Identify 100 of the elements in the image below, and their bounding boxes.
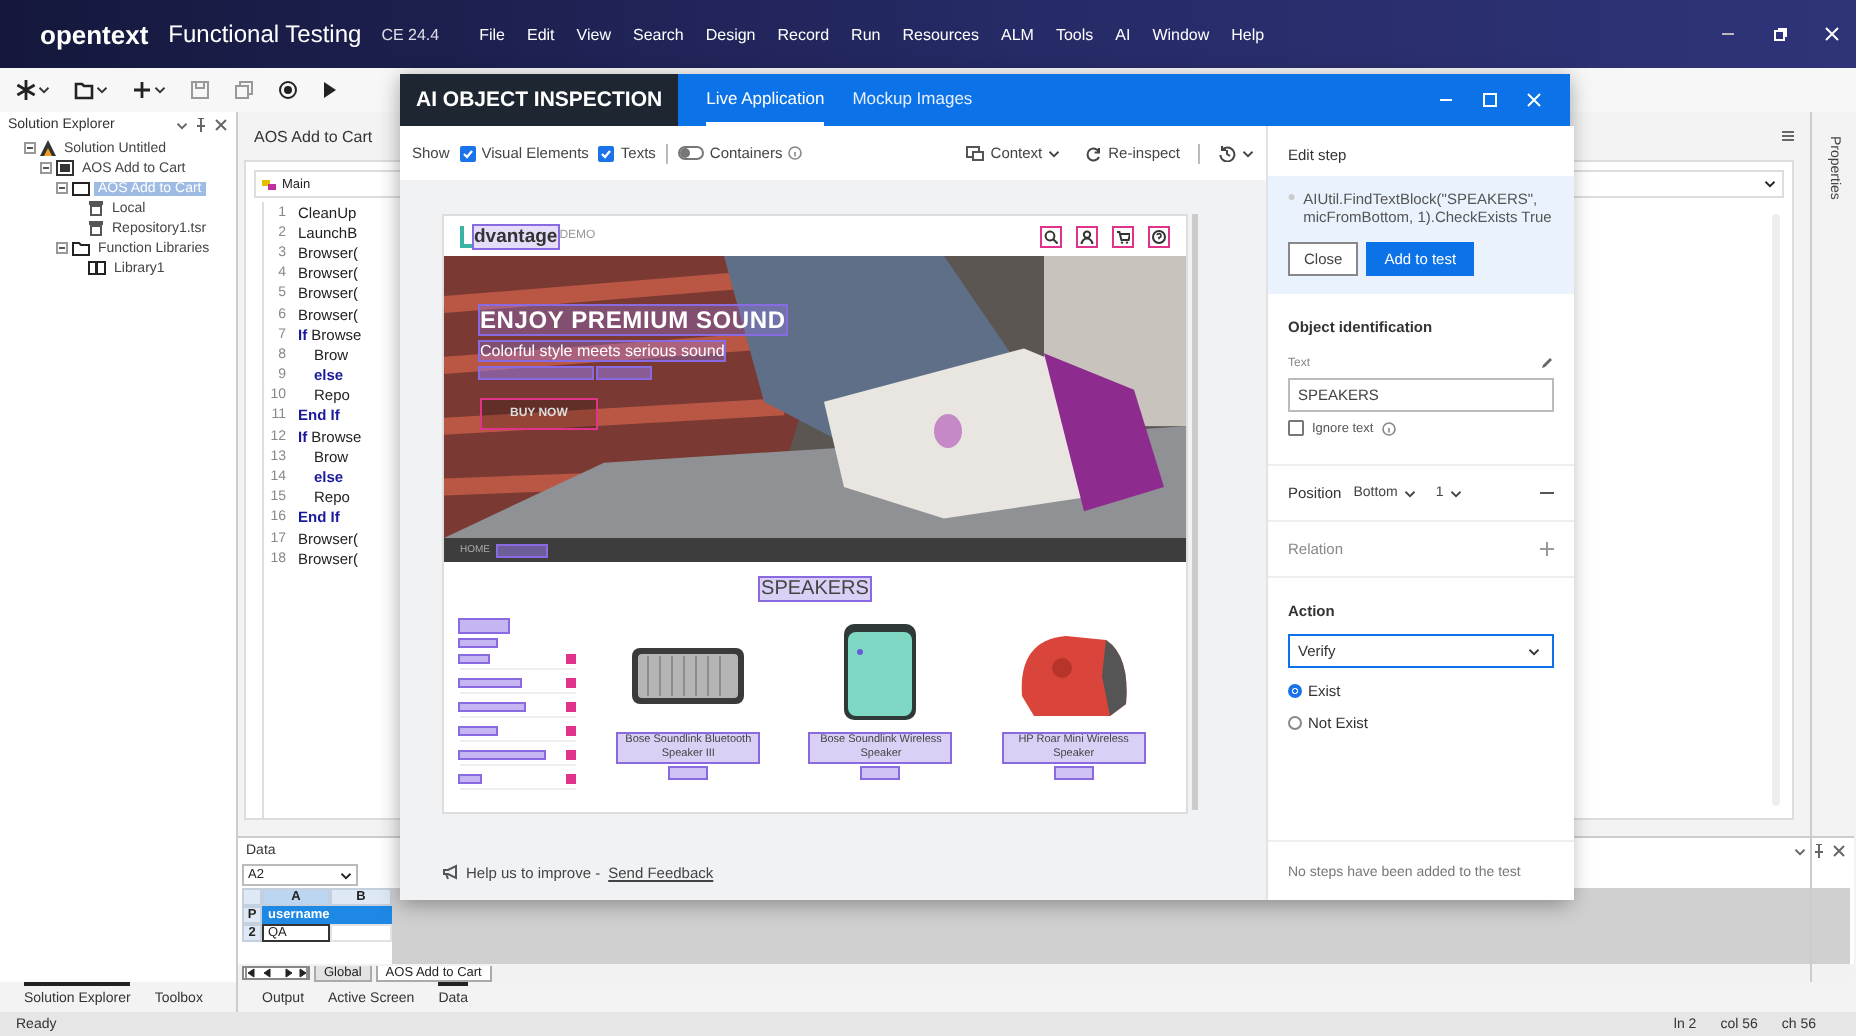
menu-item[interactable]: ALM <box>1000 25 1034 43</box>
asterisk-icon <box>16 80 36 100</box>
category-heading: SPEAKERS <box>759 578 871 600</box>
highlight-mark <box>670 768 707 778</box>
expand-marker[interactable] <box>566 750 576 760</box>
menu-item[interactable]: Window <box>1152 25 1210 43</box>
run-icon <box>322 80 338 100</box>
caret-icon <box>1048 149 1061 157</box>
pin-icon <box>196 118 206 132</box>
menu-item[interactable]: Resources <box>902 25 979 43</box>
chat-icon <box>966 145 985 161</box>
chevron-icon <box>1449 489 1462 497</box>
menu-item[interactable]: AI <box>1115 25 1131 43</box>
edition-label: CE 24.4 <box>381 25 440 43</box>
highlight-mark <box>862 768 899 778</box>
menu-item[interactable]: Design <box>705 25 756 43</box>
caret-icon <box>176 121 188 129</box>
highlight-mark <box>460 680 520 686</box>
save-icon <box>190 80 210 100</box>
table-cell <box>242 888 262 906</box>
collapse-icon[interactable] <box>24 142 36 154</box>
chevron-icon <box>1528 647 1540 655</box>
product-name: Functional Testing <box>168 20 362 48</box>
open-folder-icon <box>74 80 94 100</box>
solution-icon <box>40 140 56 156</box>
help-icon <box>1152 229 1166 243</box>
chevron-icon <box>1403 489 1416 497</box>
expand-marker[interactable] <box>566 678 576 688</box>
caret-icon <box>1794 847 1806 855</box>
highlight-mark <box>460 656 488 662</box>
record-icon <box>278 80 298 100</box>
expand-marker[interactable] <box>566 654 576 664</box>
repository-icon <box>88 200 104 216</box>
add-icon <box>1540 542 1554 556</box>
highlight-mark <box>498 545 546 555</box>
plus-icon <box>132 80 152 100</box>
table-cell[interactable] <box>330 906 392 924</box>
book-icon <box>88 260 106 276</box>
test-icon <box>56 160 74 176</box>
menu-item[interactable]: View <box>576 25 611 43</box>
copy-icon <box>234 80 254 100</box>
chevron-icon <box>1764 180 1776 188</box>
menu-item[interactable]: Search <box>632 25 684 43</box>
toggle-switch[interactable] <box>677 146 704 160</box>
highlight-mark <box>460 752 544 758</box>
folder-icon <box>72 240 90 256</box>
logo-text: dvantage <box>474 225 558 247</box>
pin-icon <box>1814 844 1824 858</box>
scrollbar[interactable] <box>1192 214 1198 810</box>
highlight-mark <box>460 704 524 710</box>
radio-button[interactable] <box>1288 716 1302 730</box>
collapse-icon[interactable] <box>56 242 68 254</box>
hero-subtitle: Colorful style meets serious sound <box>480 342 725 360</box>
maximize-icon <box>1482 92 1498 108</box>
expand-marker[interactable] <box>566 702 576 712</box>
menu-item[interactable]: Help <box>1231 25 1265 43</box>
menu-item[interactable]: Tools <box>1055 25 1094 43</box>
highlight-mark <box>460 640 496 646</box>
menu-item[interactable]: File <box>479 25 505 43</box>
remove-icon <box>1540 486 1554 500</box>
dialog-title: AI OBJECT INSPECTION <box>400 74 679 126</box>
highlight-mark <box>480 368 592 378</box>
checkbox[interactable] <box>1288 420 1304 436</box>
close-icon <box>1824 26 1840 42</box>
close-icon <box>214 118 228 132</box>
caret-icon <box>154 86 166 94</box>
caret-icon <box>96 86 108 94</box>
collapse-icon[interactable] <box>40 162 52 174</box>
menu-item[interactable]: Run <box>851 25 881 43</box>
collapse-icon[interactable] <box>56 182 68 194</box>
info-icon <box>788 146 803 160</box>
checkbox[interactable] <box>459 145 476 161</box>
caret-icon <box>1242 149 1254 157</box>
brand-name: opentext <box>40 19 149 49</box>
checkbox[interactable] <box>598 145 615 161</box>
radio-button[interactable] <box>1288 684 1302 698</box>
restore-icon <box>1772 26 1788 42</box>
hero-title: ENJOY PREMIUM SOUND <box>480 306 786 334</box>
history-button[interactable] <box>1218 144 1254 162</box>
highlight-mark <box>460 728 496 734</box>
dialog-tab[interactable]: Mockup Images <box>852 74 973 126</box>
expand-marker[interactable] <box>566 726 576 736</box>
highlight-mark <box>460 620 508 632</box>
action-icon <box>72 180 90 196</box>
menu-item[interactable]: Edit <box>526 25 555 43</box>
refresh-icon <box>1086 145 1103 161</box>
user-icon <box>1080 229 1094 243</box>
document-tab[interactable]: AOS Add to Cart <box>254 127 373 145</box>
highlight-mark <box>460 776 480 782</box>
highlight-mark <box>598 368 650 378</box>
megaphone-icon <box>442 864 458 880</box>
close-icon <box>1832 844 1846 858</box>
expand-marker[interactable] <box>566 774 576 784</box>
info-icon <box>1381 421 1396 435</box>
menu-item[interactable]: Record <box>777 25 830 43</box>
cart-icon <box>1116 229 1130 243</box>
status-dot-icon <box>1288 190 1296 204</box>
pencil-icon <box>1540 356 1554 370</box>
close-icon <box>1526 92 1542 108</box>
search-icon <box>1044 229 1058 243</box>
